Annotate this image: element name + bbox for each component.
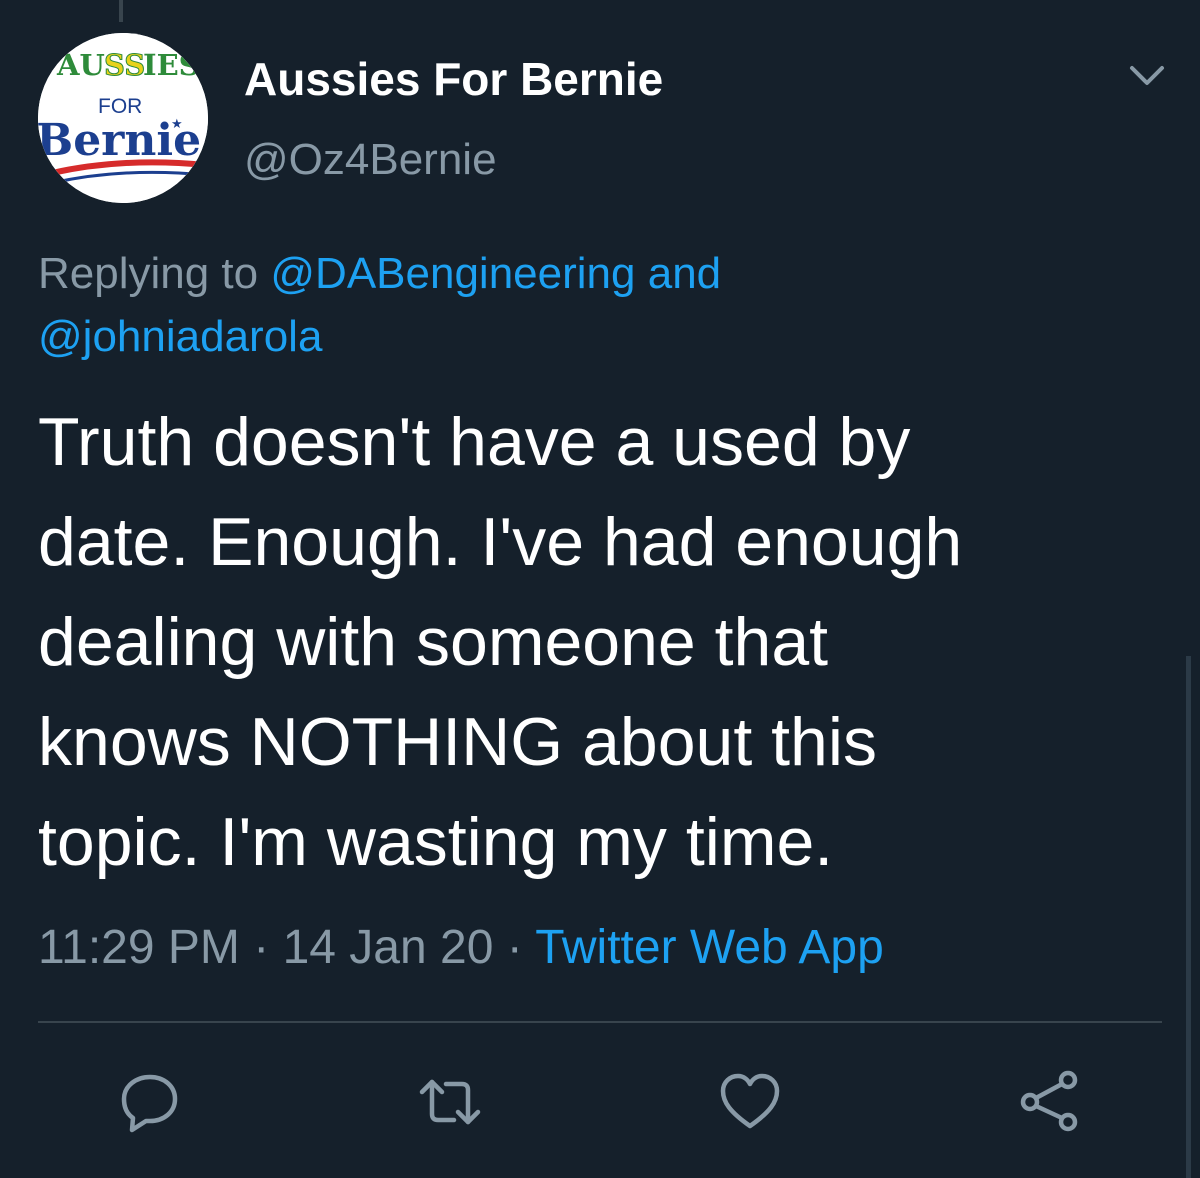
- tweet-timestamp[interactable]: 11:29 PM: [38, 921, 240, 974]
- like-button[interactable]: [718, 1070, 782, 1134]
- reply-context: Replying to @DABengineering and @johniad…: [38, 242, 1158, 368]
- divider: [38, 1021, 1162, 1023]
- aussies-for-bernie-logo: AU SS IES FOR ★ Bernie: [38, 33, 208, 203]
- reply-prefix: Replying to: [38, 249, 259, 298]
- retweet-button[interactable]: [418, 1070, 482, 1134]
- retweet-icon: [419, 1079, 481, 1125]
- tweet-date[interactable]: 14 Jan 20: [283, 921, 494, 974]
- tweet-source-link[interactable]: Twitter Web App: [535, 921, 884, 974]
- svg-text:SS: SS: [104, 48, 145, 82]
- svg-text:AU: AU: [56, 48, 105, 82]
- svg-text:IES: IES: [143, 48, 200, 82]
- reply-connector[interactable]: and: [648, 249, 721, 298]
- tweet-text-line: date. Enough. I've had enough: [38, 504, 963, 580]
- tweet-text-line: knows NOTHING about this: [38, 704, 877, 780]
- tweet-text-line: Truth doesn't have a used by: [38, 404, 911, 480]
- meta-separator: ·: [253, 921, 270, 974]
- author-avatar[interactable]: AU SS IES FOR ★ Bernie: [38, 33, 208, 203]
- scrollbar[interactable]: [1186, 656, 1191, 1178]
- svg-text:Bernie: Bernie: [38, 115, 201, 166]
- share-icon: [1020, 1070, 1078, 1132]
- tweet-body: Truth doesn't have a used by date. Enoug…: [38, 392, 1158, 892]
- thread-connector-line: [119, 0, 123, 22]
- heart-icon: [720, 1073, 780, 1129]
- author-display-name[interactable]: Aussies For Bernie: [244, 52, 663, 106]
- author-handle[interactable]: @Oz4Bernie: [244, 135, 497, 185]
- share-button[interactable]: [1018, 1070, 1082, 1134]
- tweet-menu-chevron-down-icon[interactable]: [1122, 58, 1172, 98]
- tweet-metadata: 11:29 PM · 14 Jan 20 · Twitter Web App: [38, 920, 884, 975]
- tweet-text-line: dealing with someone that: [38, 604, 829, 680]
- tweet-text-line: topic. I'm wasting my time.: [38, 804, 834, 880]
- mention-link-dabengineering[interactable]: @DABengineering: [270, 249, 635, 298]
- reply-button[interactable]: [118, 1070, 182, 1134]
- meta-separator: ·: [506, 921, 523, 974]
- mention-link-johniadarola[interactable]: @johniadarola: [38, 312, 322, 361]
- reply-icon: [121, 1074, 178, 1133]
